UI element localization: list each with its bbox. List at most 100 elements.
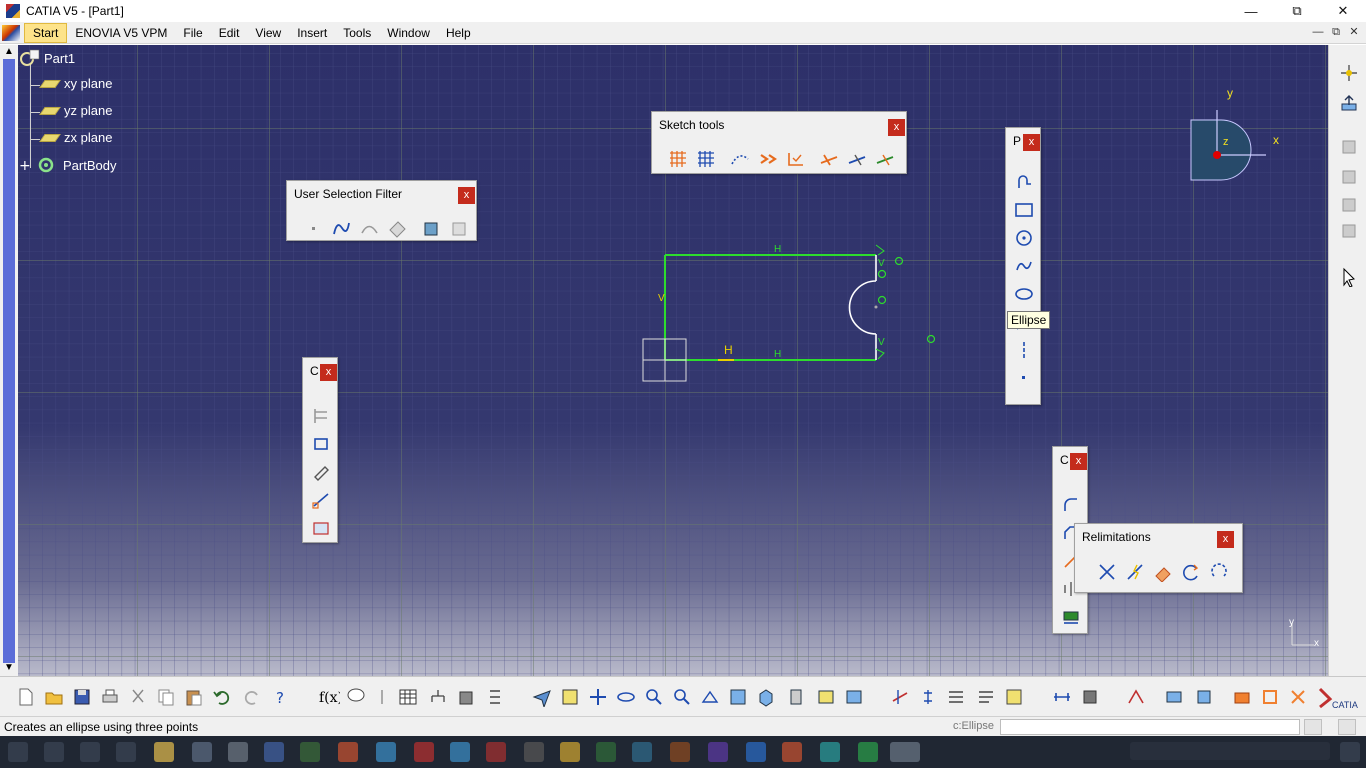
app-icon[interactable] (228, 742, 248, 762)
open-icon[interactable] (44, 687, 64, 707)
pocket-icon[interactable] (1232, 687, 1252, 707)
profile-icon[interactable] (1010, 168, 1038, 196)
formula-icon[interactable]: f(x) (318, 687, 343, 707)
rectangle-icon[interactable] (1010, 196, 1038, 224)
app-icon[interactable] (746, 742, 766, 762)
geometry-icon[interactable] (918, 687, 938, 707)
select-arrow-icon[interactable] (1339, 267, 1359, 288)
geometrical-element-filter-icon[interactable] (445, 214, 473, 242)
snap-to-point-icon[interactable] (692, 145, 720, 173)
app-icon[interactable] (670, 742, 690, 762)
constraints-dialog-icon[interactable] (307, 402, 335, 430)
iso-view-icon[interactable] (728, 687, 748, 707)
cortana-icon[interactable] (80, 742, 100, 762)
menu-view[interactable]: View (247, 23, 289, 43)
task-view-icon[interactable] (116, 742, 136, 762)
app-icon[interactable] (820, 742, 840, 762)
curve-filter-icon[interactable] (327, 214, 355, 242)
feature-element-filter-icon[interactable] (417, 214, 445, 242)
zoom-out-icon[interactable] (672, 687, 692, 707)
scrollbar-thumb[interactable] (3, 59, 15, 663)
menu-tools[interactable]: Tools (335, 23, 379, 43)
construction-element-icon[interactable] (726, 145, 754, 173)
user-selection-filter-toolbar[interactable]: User Selection Filter x (286, 180, 477, 241)
cut-part-icon[interactable] (816, 145, 844, 173)
doc-close-button[interactable]: ✕ (1346, 25, 1362, 39)
sketch-analysis-icon[interactable] (844, 145, 872, 173)
fix-together-icon[interactable] (307, 486, 335, 514)
tree-item-yz-plane[interactable]: yz plane (39, 103, 112, 118)
command-stop-button[interactable] (1304, 719, 1322, 735)
tree-item-xy-plane[interactable]: xy plane (39, 76, 112, 91)
swap-space-icon[interactable] (816, 687, 836, 707)
command-input[interactable] (1000, 719, 1300, 735)
part-icon[interactable] (1339, 195, 1359, 215)
relimitations-close-button[interactable]: x (1217, 531, 1234, 548)
tree-root-part1[interactable]: Part1 (18, 49, 75, 67)
restore-button[interactable]: ⧉ (1274, 0, 1320, 22)
tree-item-partbody[interactable]: + PartBody (18, 155, 116, 175)
insert-icon[interactable] (1164, 687, 1184, 707)
quick-trim-icon[interactable] (1149, 558, 1177, 586)
compass-icon[interactable] (1339, 63, 1359, 83)
paste-icon[interactable] (184, 687, 204, 707)
grid-icon[interactable] (664, 145, 692, 173)
app-icon[interactable] (708, 742, 728, 762)
undo-icon[interactable] (212, 687, 232, 707)
app-icon[interactable] (376, 742, 396, 762)
app-icon[interactable] (632, 742, 652, 762)
2d-view-icon[interactable] (1126, 687, 1146, 707)
measure-icon[interactable] (1052, 687, 1072, 707)
system-tray[interactable] (1130, 742, 1330, 760)
whats-this-icon[interactable]: ? (272, 687, 292, 707)
zoom-in-icon[interactable] (644, 687, 664, 707)
relimit-trim-icon[interactable] (1093, 558, 1121, 586)
rotate-icon[interactable] (616, 687, 636, 707)
circle-icon[interactable] (1010, 224, 1038, 252)
spline-icon[interactable] (1010, 252, 1038, 280)
tree-scrollbar[interactable]: ▲ ▼ (0, 45, 18, 676)
snap-icon[interactable] (976, 687, 996, 707)
parameters-icon[interactable] (486, 687, 506, 707)
point-filter-icon[interactable] (299, 214, 327, 242)
hide-show-icon[interactable] (786, 687, 806, 707)
operation-toolbar-close-button[interactable]: x (1070, 453, 1087, 470)
tree-item-zx-plane[interactable]: zx plane (39, 130, 112, 145)
print-icon[interactable] (100, 687, 120, 707)
sketch-output-icon[interactable] (872, 145, 900, 173)
chrome-icon[interactable] (338, 742, 358, 762)
catia-taskbar-icon[interactable] (890, 742, 920, 762)
comment-icon[interactable] (346, 687, 366, 707)
doc-restore-button[interactable]: ⧉ (1328, 25, 1344, 39)
sketch-shape-icon[interactable] (1260, 687, 1280, 707)
part-icon[interactable] (1339, 221, 1359, 241)
app-icon[interactable] (782, 742, 802, 762)
contact-constraint-icon[interactable] (307, 458, 335, 486)
doc-minimize-button[interactable]: — (1310, 25, 1326, 39)
start-icon[interactable] (8, 742, 28, 762)
constraint-toolbar[interactable]: C x (302, 357, 338, 543)
constraint-bottom-icon[interactable] (890, 687, 910, 707)
menu-file[interactable]: File (175, 23, 210, 43)
app-icon[interactable] (524, 742, 544, 762)
mail-icon[interactable] (192, 742, 212, 762)
app-icon[interactable] (858, 742, 878, 762)
fly-icon[interactable] (532, 687, 552, 709)
file-explorer-icon[interactable] (154, 742, 174, 762)
save-icon[interactable] (72, 687, 92, 707)
scroll-down-icon[interactable]: ▼ (2, 662, 16, 674)
app-icon[interactable] (264, 742, 284, 762)
pan-icon[interactable] (588, 687, 608, 707)
relimit-bottom-icon[interactable] (1288, 687, 1308, 707)
menu-insert[interactable]: Insert (289, 23, 335, 43)
menu-help[interactable]: Help (438, 23, 479, 43)
command-clear-button[interactable] (1338, 719, 1356, 735)
constraint-icon[interactable] (307, 430, 335, 458)
cut-icon[interactable] (128, 687, 148, 707)
profile-toolbar[interactable]: P x (1005, 127, 1041, 405)
redo-icon[interactable] (242, 687, 262, 707)
part-icon[interactable] (1339, 167, 1359, 187)
complement-icon[interactable] (1205, 558, 1233, 586)
close-arc-icon[interactable] (1177, 558, 1205, 586)
menu-enovia[interactable]: ENOVIA V5 VPM (67, 23, 175, 43)
